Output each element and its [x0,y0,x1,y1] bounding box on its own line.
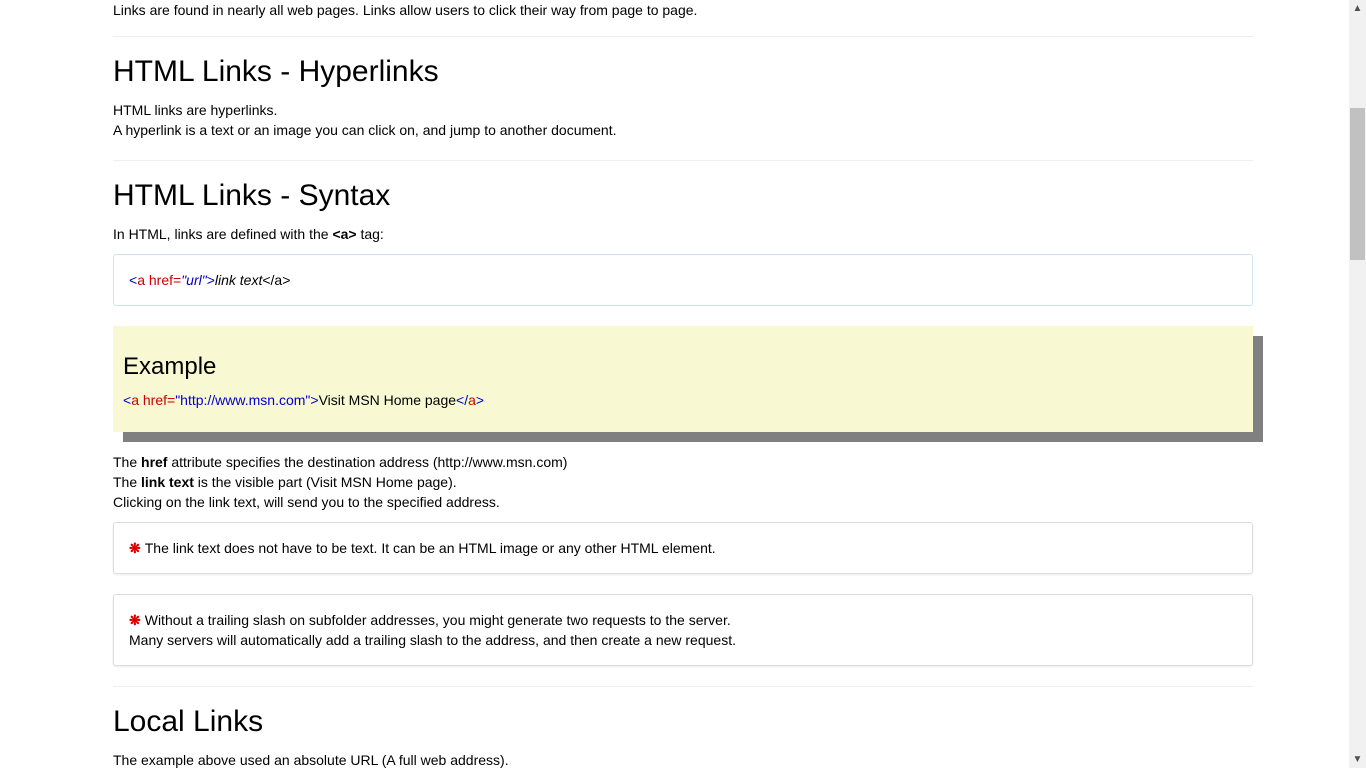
code-bracket: > [206,272,215,288]
code-bracket: </ [456,392,469,408]
scrollbar-thumb[interactable] [1350,108,1365,260]
explanation-line-1: The href attribute specifies the destina… [113,452,1253,472]
divider [113,36,1253,37]
example-heading: Example [123,353,217,380]
divider [113,160,1253,161]
asterisk-icon: ❋ [129,612,141,628]
local-links-line-1: The example above used an absolute URL (… [113,752,509,768]
explanation-text: The [113,474,142,490]
scroll-down-arrow-icon[interactable]: ▼ [1349,751,1366,768]
note-box-link-text: ❋ The link text does not have to be text.… [113,522,1253,574]
heading-local-links: Local Links [113,705,264,738]
note-line-2: Many servers will automatically add a tr… [129,632,736,648]
code-bracket: > [475,392,485,408]
code-attr: href= [138,392,176,408]
syntax-code-box: <a href="url">link text</a> [113,254,1253,306]
explanation-line-3: Clicking on the link text, will send you… [113,494,500,510]
explanation-text: The [113,454,142,470]
example-box: Example <a href="http://www.msn.com">Vis… [113,326,1253,432]
code-close-tag: </a> [262,272,291,288]
code-link-text: Visit MSN Home page [318,392,457,408]
code-link-text: link text [214,272,263,288]
heading-syntax: HTML Links - Syntax [113,179,391,212]
example-code: <a href="http://www.msn.com">Visit MSN H… [123,390,1243,410]
intro-text: Links are found in nearly all web pages.… [113,2,698,18]
hyperlinks-line-1: HTML links are hyperlinks. [113,102,278,118]
page: Links are found in nearly all web pages.… [0,0,1349,768]
syntax-intro-suffix: tag: [356,226,384,242]
syntax-intro-text: In HTML, links are defined with the [113,226,333,242]
main-content: Links are found in nearly all web pages.… [113,0,1253,768]
note-line-1: ❋ Without a trailing slash on subfolder a… [129,610,1237,630]
scroll-up-arrow-icon[interactable]: ▲ [1349,0,1366,17]
explanation-text: is the visible part (Visit MSN Home page… [193,474,457,490]
code-bracket: < [123,392,132,408]
code-tag: a [468,392,476,408]
note-box-trailing-slash: ❋ Without a trailing slash on subfolder a… [113,594,1253,666]
note-text: Without a trailing slash on subfolder ad… [144,612,731,628]
syntax-intro-tag: <a> [332,226,357,242]
explanation-bold: href [141,454,168,470]
note-text: The link text does not have to be text. … [144,540,716,556]
code-attr: href= [144,272,182,288]
code-value: "url" [181,272,207,288]
code-tag: a [137,272,145,288]
asterisk-icon: ❋ [129,540,141,556]
heading-hyperlinks: HTML Links - Hyperlinks [113,55,439,88]
hyperlinks-line-2: A hyperlink is a text or an image you ca… [113,122,617,138]
explanation-bold: link text [141,474,194,490]
code-bracket: > [310,392,319,408]
divider [113,686,1253,687]
code-bracket: < [129,272,138,288]
syntax-intro: In HTML, links are defined with the <a> … [113,224,1253,244]
explanation-text: attribute specifies the destination addr… [167,454,568,470]
vertical-scrollbar[interactable]: ▲ ▼ [1349,0,1366,768]
explanation-line-2: The link text is the visible part (Visit… [113,472,1253,492]
code-value: "http://www.msn.com" [175,392,311,408]
code-tag: a [131,392,139,408]
